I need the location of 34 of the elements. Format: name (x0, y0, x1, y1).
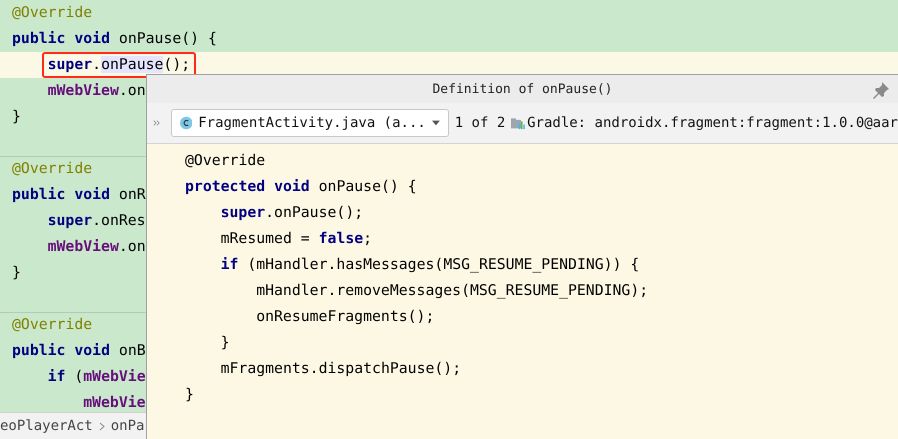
double-chevron-icon[interactable] (153, 119, 161, 127)
code-line: if (mWebVie (48, 367, 146, 387)
class-icon (180, 115, 192, 131)
definition-count: 1 of 2 (454, 115, 506, 131)
code-line: public void onPause() { (12, 29, 217, 49)
code-line: public void onR (12, 185, 146, 205)
code-line: } (185, 385, 194, 405)
code-line: public void onB (12, 341, 146, 361)
code-line: super.onPause(); (220, 203, 364, 223)
code-line: mWebVie (83, 393, 146, 413)
code-line: mHandler.removeMessages(MSG_RESUME_PENDING); (256, 281, 648, 301)
pin-icon[interactable] (872, 81, 890, 99)
code-line: } (12, 263, 21, 283)
code-line: } (220, 333, 230, 353)
breadcrumb-item[interactable]: onPa (110, 418, 144, 434)
code-line: super.onRes (48, 211, 146, 231)
popup-title: Definition of onPause() (432, 82, 612, 96)
code-line: mWebView.on (48, 237, 146, 257)
code-line: if (mHandler.hasMessages(MSG_RESUME_PENDING)) { (220, 255, 640, 275)
code-line: @Override (12, 3, 92, 23)
code-line: } (12, 107, 21, 127)
caret-icon (432, 120, 440, 126)
code-line: @Override (185, 151, 266, 171)
breadcrumb-item[interactable]: eoPlayerAct (0, 418, 93, 434)
code-line: @Override (12, 159, 92, 179)
code-line: @Override (12, 315, 92, 335)
chevron-icon (98, 422, 105, 430)
file-dropdown[interactable]: FragmentActivity.java (a... (170, 109, 449, 137)
code-line: protected void onPause() { (185, 177, 417, 197)
code-line: mFragments.dispatchPause(); (220, 359, 462, 379)
code-line: mWebView.on (48, 81, 146, 101)
code-line: mResumed = false; (220, 229, 372, 249)
code-line: onResumeFragments(); (256, 307, 434, 327)
library-path: Gradle: androidx.fragment:fragment:1.0.0@aar (527, 115, 898, 131)
